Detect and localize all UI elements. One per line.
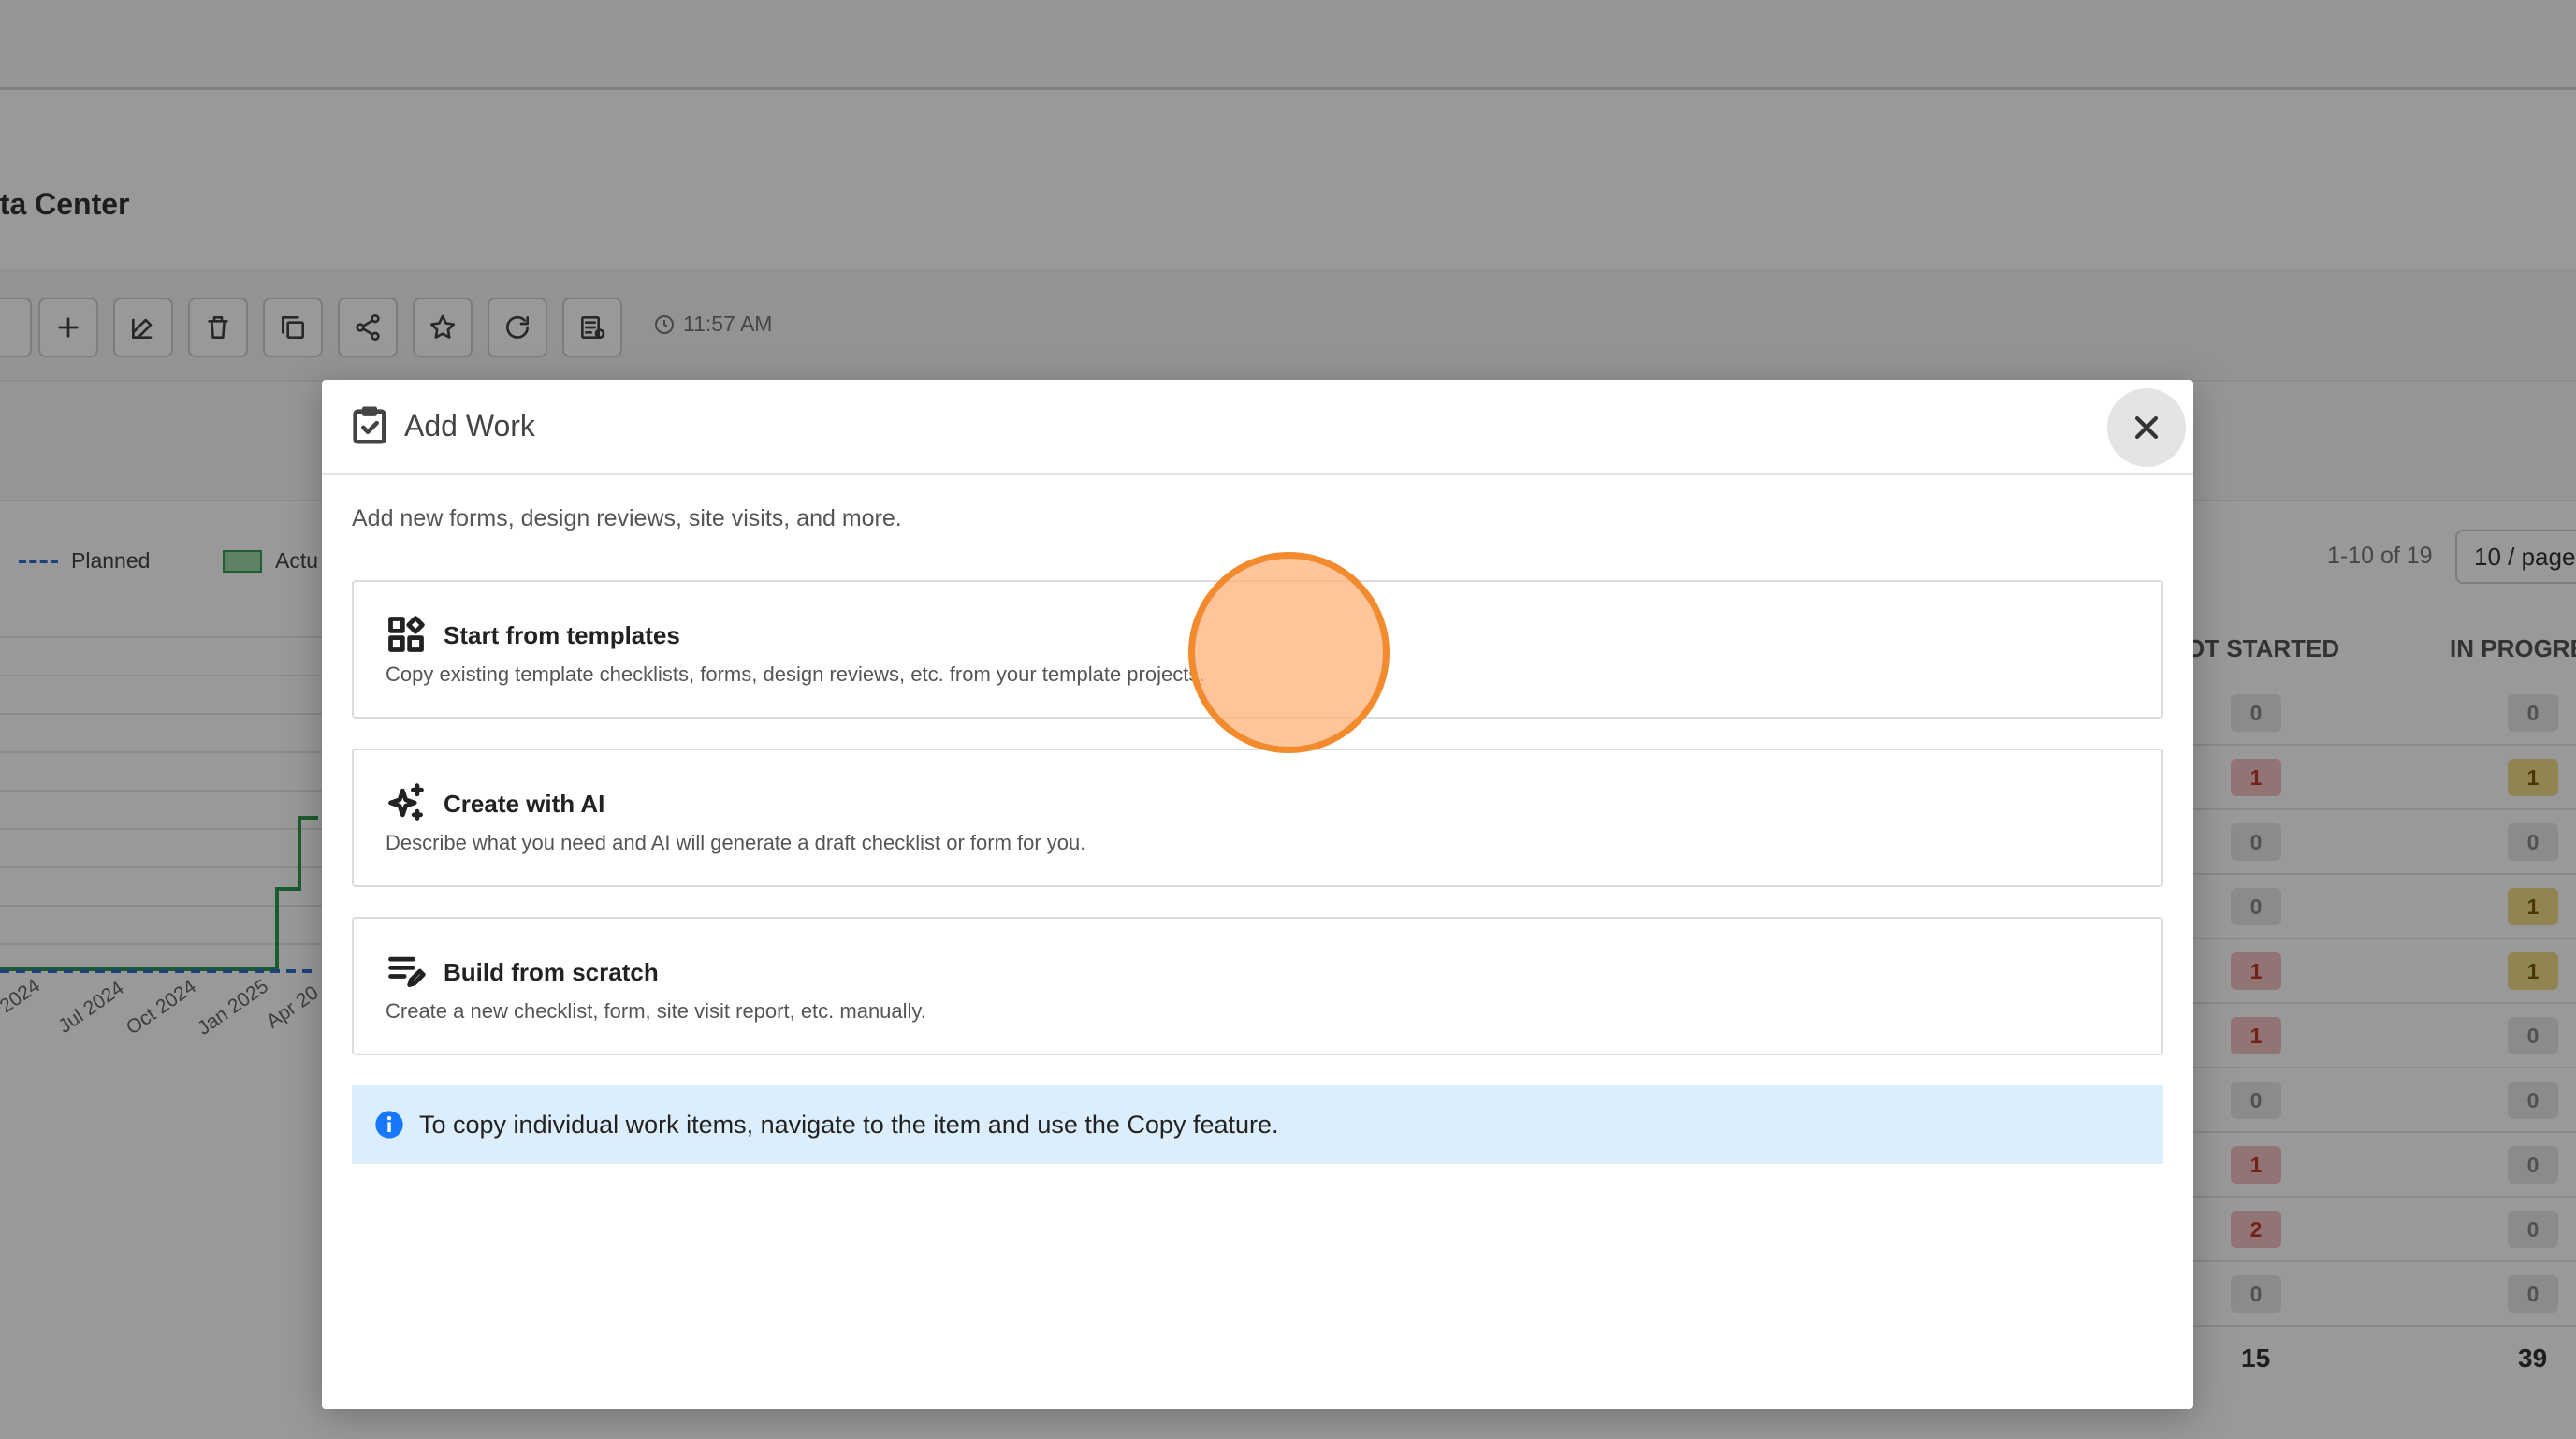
- option-title: Start from templates: [444, 621, 680, 649]
- option-title: Create with AI: [444, 790, 605, 818]
- modal-description: Add new forms, design reviews, site visi…: [352, 505, 902, 531]
- click-indicator: [1188, 552, 1390, 753]
- close-icon: [2134, 415, 2159, 440]
- clipboard-check-icon: [348, 404, 391, 447]
- close-button[interactable]: [2107, 388, 2186, 467]
- option-description: Copy existing template checklists, forms…: [386, 662, 1205, 686]
- info-icon: [374, 1110, 404, 1140]
- templates-grid-icon: [386, 614, 427, 655]
- add-work-modal: Add Work Add new forms, design reviews, …: [322, 380, 2193, 1409]
- option-description: Create a new checklist, form, site visit…: [386, 999, 926, 1023]
- info-banner: To copy individual work items, navigate …: [352, 1085, 2163, 1164]
- modal-title: Add Work: [404, 409, 535, 443]
- modal-header: Add Work: [322, 380, 2193, 475]
- list-edit-icon: [386, 951, 427, 992]
- ai-sparkle-icon: [386, 782, 427, 823]
- info-text: To copy individual work items, navigate …: [419, 1111, 1279, 1139]
- create-with-ai-option[interactable]: Create with AI Describe what you need an…: [352, 749, 2163, 887]
- build-from-scratch-option[interactable]: Build from scratch Create a new checklis…: [352, 917, 2163, 1055]
- option-title: Build from scratch: [444, 958, 659, 986]
- option-description: Describe what you need and AI will gener…: [386, 831, 1086, 854]
